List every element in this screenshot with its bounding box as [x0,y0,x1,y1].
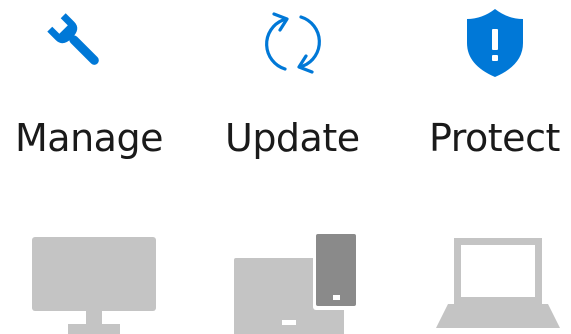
feature-manage: Manage [0,0,190,200]
tablet-and-phone-icon [234,232,359,334]
desktop-monitor-icon [32,237,156,334]
feature-update: Update [200,0,390,200]
feature-label-manage: Manage [15,116,163,160]
feature-label-protect: Protect [429,116,560,160]
shield-alert-icon [467,9,523,77]
wrench-icon [47,13,99,65]
laptop-icon [436,238,560,328]
feature-label-update: Update [225,116,360,160]
sync-arrows-icon [265,12,321,74]
feature-protect: Protect [400,0,571,200]
